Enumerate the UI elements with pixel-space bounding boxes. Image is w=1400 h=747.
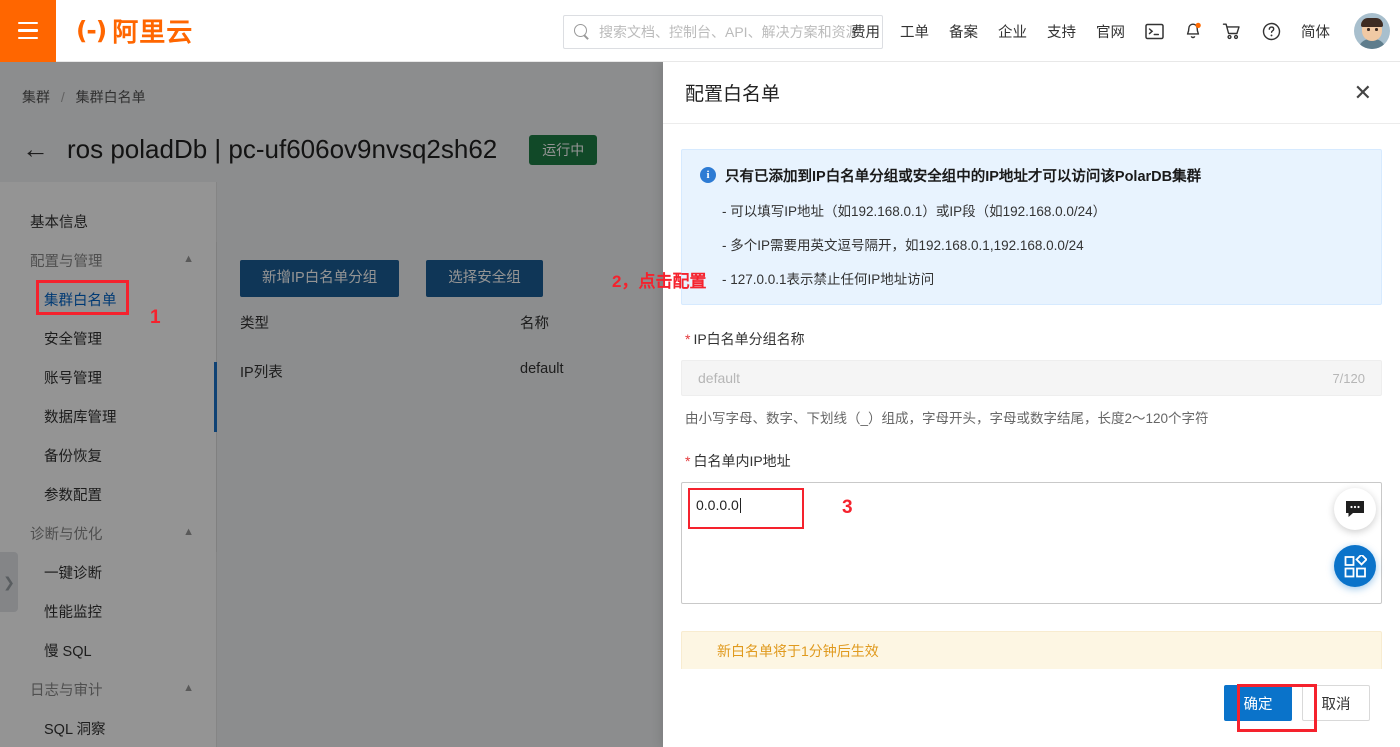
brand-logo[interactable]: (-) 阿里云 <box>76 12 193 49</box>
info-alert-heading: 只有已添加到IP白名单分组或安全组中的IP地址才可以访问该PolarDB集群 <box>725 169 1202 185</box>
close-icon[interactable]: ✕ <box>1354 81 1372 104</box>
app-root: (-) 阿里云 搜索文档、控制台、API、解决方案和资源 费用 工单 备案 企业… <box>0 0 1400 747</box>
annotation-label-3: 3 <box>842 497 853 518</box>
help-icon[interactable] <box>1252 22 1291 41</box>
brand-name: 阿里云 <box>112 17 194 47</box>
search-input[interactable]: 搜索文档、控制台、API、解决方案和资源 <box>563 15 883 49</box>
ip-address-label-text: 白名单内IP地址 <box>693 453 791 469</box>
group-name-hint: 由小写字母、数字、下划线（_）组成，字母开头，字母或数字结尾，长度2～120个字… <box>685 411 1209 426</box>
language-switch[interactable]: 简体 <box>1291 21 1340 42</box>
top-navigation-bar: (-) 阿里云 搜索文档、控制台、API、解决方案和资源 费用 工单 备案 企业… <box>0 0 1400 62</box>
required-mark: * <box>685 453 691 469</box>
search-placeholder: 搜索文档、控制台、API、解决方案和资源 <box>599 24 860 40</box>
dialog-title: 配置白名单 <box>685 84 781 105</box>
avatar-eye-right <box>1375 28 1378 31</box>
group-name-input[interactable]: default 7/120 <box>681 360 1382 396</box>
confirm-button[interactable]: 确定 <box>1224 685 1292 721</box>
group-name-value: default <box>698 370 741 386</box>
ip-address-text: 0.0.0.0 <box>696 497 739 513</box>
cancel-button[interactable]: 取消 <box>1302 685 1370 721</box>
info-alert-line-2: - 多个IP需要用英文逗号隔开，如192.168.0.1,192.168.0.0… <box>722 238 1084 253</box>
info-alert-heading-row: i 只有已添加到IP白名单分组或安全组中的IP地址才可以访问该PolarDB集群 <box>700 165 1363 186</box>
warning-text: 新白名单将于1分钟后生效 <box>717 643 879 659</box>
info-alert-line-1: - 可以填写IP地址（如192.168.0.1）或IP段（如192.168.0.… <box>722 204 1107 219</box>
avatar-hair <box>1361 18 1383 27</box>
user-avatar[interactable] <box>1354 13 1390 49</box>
terminal-icon[interactable] <box>1135 23 1174 40</box>
group-name-label-text: IP白名单分组名称 <box>693 331 805 347</box>
dialog-header: 配置白名单 ✕ <box>663 62 1400 124</box>
chat-bubble-icon[interactable] <box>1334 488 1376 530</box>
ip-address-label: * 白名单内IP地址 <box>685 451 1382 471</box>
nav-link-fee[interactable]: 费用 <box>841 21 890 42</box>
ip-address-value: 0.0.0.0 <box>696 497 741 513</box>
nav-link-support[interactable]: 支持 <box>1037 21 1086 42</box>
info-alert: i 只有已添加到IP白名单分组或安全组中的IP地址才可以访问该PolarDB集群… <box>681 149 1382 305</box>
dialog-footer: 确定 取消 <box>663 669 1400 747</box>
warning-bar: 新白名单将于1分钟后生效 <box>681 631 1382 669</box>
required-mark: * <box>685 331 691 347</box>
info-icon: i <box>700 167 716 183</box>
apps-grid-icon[interactable] <box>1334 545 1376 587</box>
info-alert-line-3: - 127.0.0.1表示禁止任何IP地址访问 <box>722 272 935 287</box>
nav-link-ticket[interactable]: 工单 <box>890 21 939 42</box>
ip-address-textarea[interactable]: 0.0.0.0 3 <box>681 482 1382 604</box>
bell-icon[interactable] <box>1174 22 1212 41</box>
hamburger-icon[interactable] <box>0 0 56 62</box>
cart-icon[interactable] <box>1212 22 1252 40</box>
text-caret <box>739 498 741 513</box>
search-icon <box>574 24 590 40</box>
top-nav-links: 费用 工单 备案 企业 支持 官网 简体 <box>841 0 1340 62</box>
nav-link-enterprise[interactable]: 企业 <box>988 21 1037 42</box>
dialog-body: i 只有已添加到IP白名单分组或安全组中的IP地址才可以访问该PolarDB集群… <box>663 124 1400 669</box>
nav-link-icp[interactable]: 备案 <box>939 21 988 42</box>
group-name-counter: 7/120 <box>1332 370 1365 386</box>
aliyun-mark-icon: (-) <box>76 16 107 45</box>
configure-whitelist-dialog: 配置白名单 ✕ i 只有已添加到IP白名单分组或安全组中的IP地址才可以访问该P… <box>663 62 1400 747</box>
group-name-label: * IP白名单分组名称 <box>685 329 1382 349</box>
nav-link-website[interactable]: 官网 <box>1086 21 1135 42</box>
avatar-eye-left <box>1367 28 1370 31</box>
